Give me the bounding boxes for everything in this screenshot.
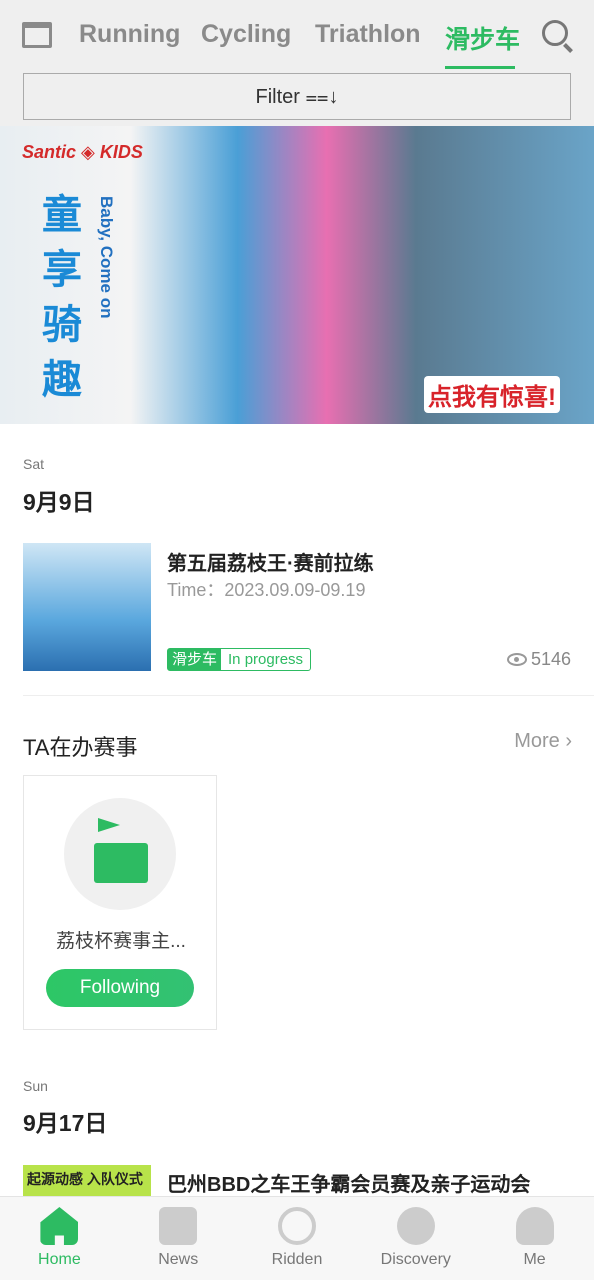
- nav-news[interactable]: News: [119, 1197, 238, 1280]
- status-badge: In progress: [228, 651, 304, 668]
- divider: [23, 695, 594, 696]
- news-icon: [159, 1207, 198, 1245]
- search-icon[interactable]: [542, 20, 568, 46]
- promo-banner[interactable]: Santic ◈ KIDS 童享骑趣 Baby, Come on 点我有惊喜!: [0, 126, 594, 424]
- nav-label: Home: [38, 1251, 81, 1268]
- tab-cycling[interactable]: Cycling: [201, 20, 291, 49]
- section-date: 9月9日: [23, 489, 95, 515]
- flag-icon: [98, 818, 120, 832]
- nav-home[interactable]: Home: [0, 1197, 119, 1280]
- section-day: Sat: [23, 456, 45, 472]
- section-day: Sun: [23, 1078, 48, 1094]
- eye-icon: [506, 653, 527, 666]
- nav-label: Ridden: [271, 1251, 323, 1268]
- event-thumbnail[interactable]: [23, 543, 151, 671]
- more-label: More: [514, 730, 560, 752]
- organizers-title: TA在办赛事: [23, 735, 138, 760]
- nav-label: News: [158, 1251, 199, 1268]
- category-tabs: Running Cycling Triathlon 滑步车: [0, 18, 594, 70]
- top-bar: Running Cycling Triathlon 滑步车 Filter ⩵↓: [0, 0, 594, 126]
- home-icon: [40, 1207, 79, 1245]
- organizer-card[interactable]: 荔枝杯赛事主... Following: [23, 775, 217, 1030]
- filter-button[interactable]: Filter ⩵↓: [23, 73, 571, 120]
- event-title[interactable]: 巴州BBD之车王争霸会员赛及亲子运动会: [167, 1168, 530, 1197]
- banner-slogan-en: Baby, Come on: [97, 196, 116, 319]
- nav-label: Discovery: [380, 1251, 451, 1268]
- view-count-value: 5146: [530, 649, 571, 669]
- category-badge: 滑步车: [168, 649, 222, 670]
- nav-me[interactable]: Me: [475, 1197, 594, 1280]
- organizer-avatar: [64, 798, 176, 910]
- nav-discovery[interactable]: Discovery: [356, 1197, 475, 1280]
- banner-logo: Santic ◈ KIDS: [22, 142, 143, 162]
- user-icon: [515, 1207, 554, 1245]
- event-status-badge: 滑步车 In progress: [167, 648, 312, 671]
- building-icon: [94, 843, 148, 883]
- active-tab-indicator: [445, 66, 515, 69]
- view-count: 5146: [506, 649, 571, 670]
- tab-running[interactable]: Running: [79, 20, 180, 49]
- bottom-nav: Home News Ridden Discovery Me: [0, 1196, 594, 1280]
- event-title[interactable]: 第五届荔枝王·赛前拉练: [167, 547, 374, 576]
- banner-cta[interactable]: 点我有惊喜!: [424, 376, 560, 413]
- nav-ridden[interactable]: Ridden: [238, 1197, 357, 1280]
- planet-icon: [396, 1207, 435, 1245]
- tab-triathlon[interactable]: Triathlon: [315, 20, 421, 49]
- section-date: 9月17日: [23, 1110, 108, 1136]
- more-link[interactable]: More ›: [514, 730, 572, 753]
- chevron-right-icon: ›: [565, 730, 572, 752]
- event-time: Time：2023.09.09-09.19: [167, 580, 366, 600]
- banner-slogan-cn: 童享骑趣: [42, 193, 82, 402]
- following-button[interactable]: Following: [46, 969, 194, 1007]
- target-icon: [277, 1207, 316, 1245]
- organizer-name: 荔枝杯赛事主...: [56, 931, 186, 952]
- nav-label: Me: [523, 1251, 546, 1268]
- tab-balance-bike[interactable]: 滑步车: [445, 20, 520, 56]
